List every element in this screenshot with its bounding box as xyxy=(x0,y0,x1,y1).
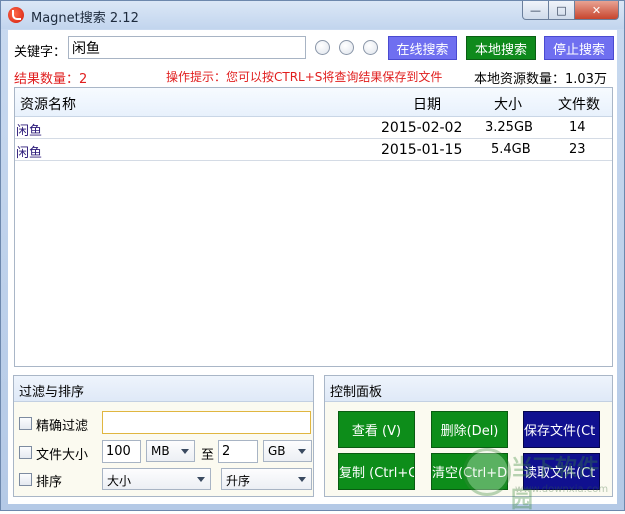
delete-button[interactable]: 删除(Del) xyxy=(431,411,508,448)
read-file-button[interactable]: 读取文件(Ct xyxy=(523,453,600,490)
chevron-down-icon xyxy=(298,449,306,454)
file-size-checkbox[interactable] xyxy=(19,446,32,459)
size-from-input[interactable] xyxy=(102,440,141,463)
local-search-button[interactable]: 本地搜索 xyxy=(466,36,536,60)
table-row[interactable]: 闲鱼 2015-01-15 5.4GB 23 xyxy=(15,139,612,161)
sort-label: 排序 xyxy=(36,475,63,490)
row-date: 2015-01-15 xyxy=(381,142,463,158)
column-header-files[interactable]: 文件数 xyxy=(558,94,600,114)
column-header-date[interactable]: 日期 xyxy=(413,94,441,114)
row-size: 5.4GB xyxy=(491,142,531,157)
status-indicator-2 xyxy=(339,40,354,55)
keyword-input[interactable] xyxy=(68,36,306,59)
exact-filter-checkbox[interactable] xyxy=(19,417,32,430)
results-table[interactable]: 资源名称 日期 大小 文件数 闲鱼 2015-02-02 3.25GB 14 闲… xyxy=(14,87,613,367)
result-count: 结果数量：2 xyxy=(14,72,88,87)
size-from-unit-value: MB xyxy=(151,444,170,458)
row-size: 3.25GB xyxy=(485,120,533,135)
table-row[interactable]: 闲鱼 2015-02-02 3.25GB 14 xyxy=(15,117,612,139)
column-header-size[interactable]: 大小 xyxy=(494,94,522,114)
close-button[interactable]: ✕ xyxy=(575,1,619,20)
filter-panel-title: 过滤与排序 xyxy=(14,376,313,402)
maximize-button[interactable]: □ xyxy=(549,1,575,20)
control-panel: 控制面板 查看 (V) 删除(Del) 保存文件(Ct 复制 (Ctrl+C 清… xyxy=(324,375,613,497)
table-header: 资源名称 日期 大小 文件数 xyxy=(15,88,612,117)
row-name: 闲鱼 xyxy=(16,146,43,161)
size-to-input[interactable] xyxy=(218,440,258,463)
chevron-down-icon xyxy=(197,477,205,482)
to-label: 至 xyxy=(201,448,215,463)
copy-button[interactable]: 复制 (Ctrl+C xyxy=(338,453,415,490)
sort-order-select[interactable]: 升序 xyxy=(221,468,312,490)
row-date: 2015-02-02 xyxy=(381,120,463,136)
local-resource-count: 本地资源数量：1.03万 xyxy=(474,72,607,87)
file-size-label: 文件大小 xyxy=(36,448,89,463)
view-button[interactable]: 查看 (V) xyxy=(338,411,415,448)
stop-search-button[interactable]: 停止搜索 xyxy=(544,36,614,60)
window-title: Magnet搜索 2.12 xyxy=(31,11,139,26)
status-indicator-3 xyxy=(363,40,378,55)
client-area: 关键字： 在线搜索 本地搜索 停止搜索 结果数量：2 操作提示：您可以按CTRL… xyxy=(8,30,617,504)
sort-field-value: 大小 xyxy=(107,474,132,488)
row-file-count: 23 xyxy=(569,142,586,157)
keyword-label: 关键字： xyxy=(14,45,67,60)
control-panel-title: 控制面板 xyxy=(325,376,612,402)
clear-button[interactable]: 清空(Ctrl+D xyxy=(431,453,508,490)
operation-hint: 操作提示：您可以按CTRL+S将查询结果保存到文件 xyxy=(166,70,443,84)
row-name: 闲鱼 xyxy=(16,124,43,139)
app-window: Magnet搜索 2.12 — □ ✕ 关键字： 在线搜索 本地搜索 停止搜索 … xyxy=(0,0,625,513)
online-search-button[interactable]: 在线搜索 xyxy=(388,36,457,60)
window-controls: — □ ✕ xyxy=(522,1,619,21)
minimize-button[interactable]: — xyxy=(522,1,549,20)
magnet-app-icon xyxy=(8,7,24,23)
chevron-down-icon xyxy=(181,449,189,454)
row-file-count: 14 xyxy=(569,120,586,135)
size-from-unit-select[interactable]: MB xyxy=(146,440,195,462)
save-file-button[interactable]: 保存文件(Ct xyxy=(523,411,600,448)
size-to-unit-value: GB xyxy=(268,444,286,458)
sort-checkbox[interactable] xyxy=(19,473,32,486)
column-header-name[interactable]: 资源名称 xyxy=(20,94,76,114)
exact-filter-label: 精确过滤 xyxy=(36,419,89,434)
chevron-down-icon xyxy=(298,477,306,482)
sort-order-value: 升序 xyxy=(226,474,251,488)
title-bar[interactable]: Magnet搜索 2.12 — □ ✕ xyxy=(1,1,624,29)
filter-sort-panel: 过滤与排序 精确过滤 文件大小 MB 至 GB 排序 大小 xyxy=(13,375,314,497)
sort-field-select[interactable]: 大小 xyxy=(102,468,211,490)
exact-filter-input[interactable] xyxy=(102,411,311,434)
status-indicator-1 xyxy=(315,40,330,55)
size-to-unit-select[interactable]: GB xyxy=(263,440,312,462)
